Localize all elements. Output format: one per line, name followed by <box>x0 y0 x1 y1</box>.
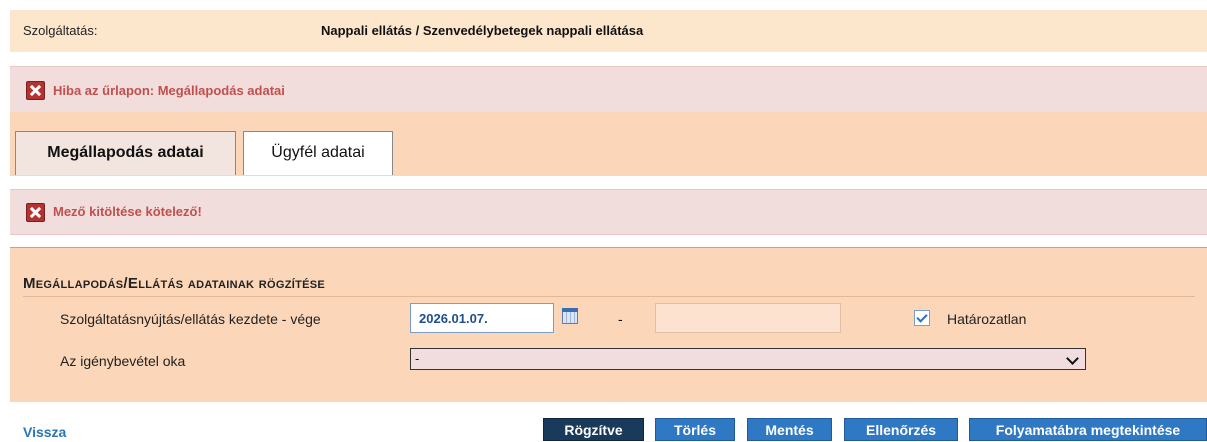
reason-label: Az igénybevétel oka <box>60 353 186 369</box>
form-section-title: Megállapodás/Ellátás adatainak rögzítése <box>23 275 326 292</box>
reason-select[interactable]: - <box>410 348 1086 370</box>
save-button[interactable]: Mentés <box>747 418 832 441</box>
tab-client-data[interactable]: Ügyfél adatai <box>243 131 393 175</box>
field-error-alert: Mező kitöltése kötelező! <box>10 189 1207 235</box>
service-label: Szolgáltatás: <box>23 23 98 38</box>
delete-button[interactable]: Törlés <box>655 418 735 441</box>
form-error-alert: Hiba az űrlapon: Megállapodás adatai <box>10 66 1207 114</box>
service-value: Nappali ellátás / Szenvedélybetegek napp… <box>321 23 644 38</box>
field-error-text: Mező kitöltése kötelező! <box>53 204 202 219</box>
error-icon <box>26 203 45 222</box>
back-link[interactable]: Vissza <box>23 424 66 440</box>
indefinite-checkbox[interactable] <box>914 310 930 326</box>
chevron-down-icon <box>1066 352 1079 365</box>
form-error-text: Hiba az űrlapon: Megállapodás adatai <box>53 83 285 98</box>
flowchart-button[interactable]: Folyamatábra megtekintése <box>969 418 1207 441</box>
error-icon <box>26 81 45 100</box>
indefinite-label: Határozatlan <box>947 311 1027 327</box>
date-separator: - <box>618 311 623 327</box>
end-date-input[interactable] <box>655 303 841 333</box>
calendar-icon[interactable] <box>562 308 578 324</box>
tab-agreement-data[interactable]: Megállapodás adatai <box>15 131 236 175</box>
form-panel: Megállapodás/Ellátás adatainak rögzítése… <box>10 247 1207 402</box>
section-divider <box>23 296 1195 297</box>
reason-select-value: - <box>415 351 420 366</box>
start-date-input[interactable] <box>410 303 554 333</box>
service-bar: Szolgáltatás: Nappali ellátás / Szenvedé… <box>10 10 1207 52</box>
check-button[interactable]: Ellenőrzés <box>844 418 958 441</box>
tab-strip: Megállapodás adatai Ügyfél adatai <box>10 112 1207 176</box>
recorded-button[interactable]: Rögzítve <box>543 418 644 441</box>
date-range-label: Szolgáltatásnyújtás/ellátás kezdete - vé… <box>60 311 321 327</box>
